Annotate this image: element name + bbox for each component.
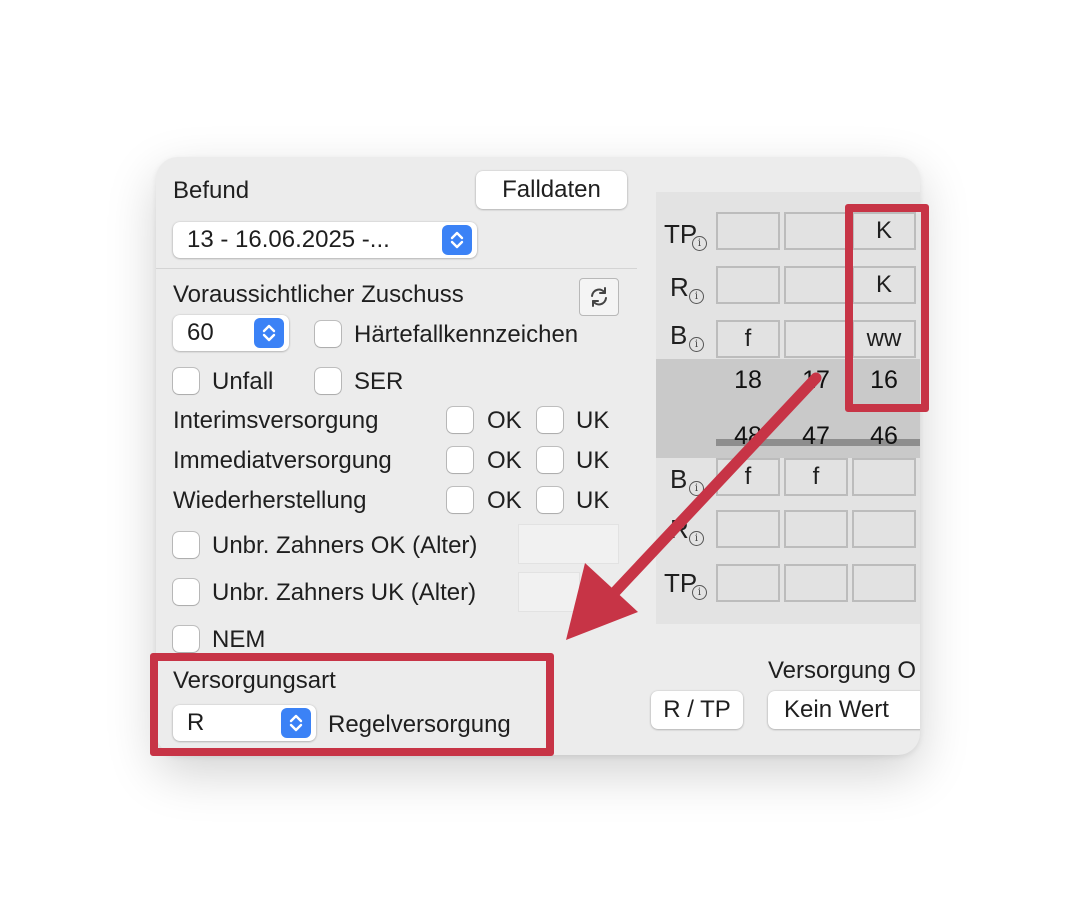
annotation-arrow-icon	[566, 372, 822, 640]
